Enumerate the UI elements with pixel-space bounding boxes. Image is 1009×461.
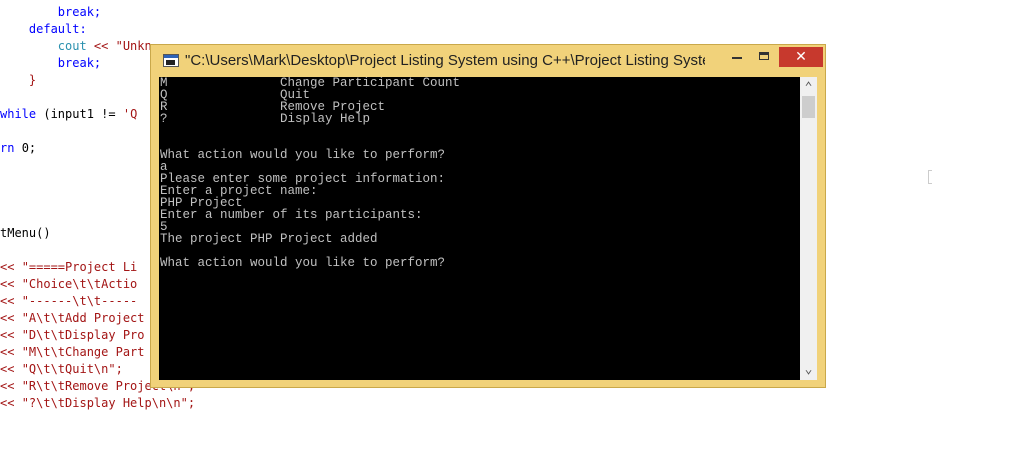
console-output-area[interactable]: M Change Participant Count Q Quit R Remove… xyxy=(159,77,817,380)
code-token: break; xyxy=(0,5,102,19)
code-line: tMenu() xyxy=(0,225,51,242)
code-token: << xyxy=(93,39,116,53)
code-line: cout << "Unkn xyxy=(0,38,152,55)
code-line: << "D\t\tDisplay Pro xyxy=(0,327,145,344)
code-line: << "M\t\tChange Part xyxy=(0,344,145,361)
title-bar[interactable]: "C:\Users\Mark\Desktop\Project Listing S… xyxy=(151,45,825,77)
code-token: "M\t\tChange Part xyxy=(21,345,145,359)
code-token: "A\t\tAdd Project xyxy=(21,311,145,325)
console-text: M Change Participant Count Q Quit R Remove… xyxy=(160,77,800,269)
code-line: << "Q\t\tQuit\n"; xyxy=(0,361,123,378)
code-token: while xyxy=(0,107,44,121)
window-title: "C:\Users\Mark\Desktop\Project Listing S… xyxy=(185,52,705,69)
code-line: break; xyxy=(0,4,101,21)
code-token: cout xyxy=(0,39,94,53)
console-line: ? Display Help xyxy=(160,112,371,126)
code-line: default: xyxy=(0,21,87,38)
code-token: << xyxy=(0,260,22,274)
code-line: } xyxy=(0,72,36,89)
code-token: "D\t\tDisplay Pro xyxy=(21,328,145,342)
code-token: << xyxy=(0,345,22,359)
code-token: 'Q xyxy=(122,107,138,121)
code-token: << xyxy=(0,311,22,325)
code-token: rn xyxy=(0,141,22,155)
code-token: "------\t\t----- xyxy=(21,294,138,308)
code-token: << xyxy=(0,328,22,342)
code-token: << xyxy=(0,277,22,291)
code-line: << "A\t\tAdd Project xyxy=(0,310,145,327)
text-cursor-icon xyxy=(928,170,932,184)
console-line: Enter a number of its participants: xyxy=(160,208,423,222)
console-line: What action would you like to perform? xyxy=(160,148,446,162)
minimize-button[interactable] xyxy=(724,47,750,67)
code-token: << xyxy=(0,362,22,376)
code-line: break; xyxy=(0,55,101,72)
code-token: << xyxy=(0,379,22,393)
code-line: << "=====Project Li xyxy=(0,259,137,276)
code-token: break; xyxy=(0,56,102,70)
code-token: "?\t\tDisplay Help\n\n"; xyxy=(21,396,196,410)
code-token: "Q\t\tQuit\n"; xyxy=(21,362,123,376)
code-token: "Choice\t\tActio xyxy=(21,277,138,291)
code-line: rn 0; xyxy=(0,140,36,157)
code-token: "=====Project Li xyxy=(21,260,138,274)
code-token: (input1 != xyxy=(43,107,123,121)
code-token: "Unkn xyxy=(115,39,152,53)
close-button[interactable] xyxy=(779,47,823,67)
code-token: << xyxy=(0,396,22,410)
code-line: << "Choice\t\tActio xyxy=(0,276,137,293)
console-window[interactable]: "C:\Users\Mark\Desktop\Project Listing S… xyxy=(150,44,826,388)
scroll-down-button[interactable] xyxy=(800,363,817,380)
code-line: while (input1 != 'Q xyxy=(0,106,137,123)
console-line: Enter a project name: xyxy=(160,184,318,198)
code-token: default: xyxy=(0,22,87,36)
code-line: << "------\t\t----- xyxy=(0,293,137,310)
console-app-icon[interactable] xyxy=(163,54,179,67)
console-line: What action would you like to perform? xyxy=(160,256,446,270)
console-line: The project PHP Project added xyxy=(160,232,378,246)
code-token: << xyxy=(0,294,22,308)
code-token: } xyxy=(0,73,37,87)
code-token: tMenu() xyxy=(0,226,51,240)
scroll-up-button[interactable] xyxy=(800,77,817,94)
code-token: 0; xyxy=(21,141,37,155)
maximize-button[interactable] xyxy=(751,47,777,67)
vertical-scrollbar[interactable] xyxy=(800,77,817,380)
code-line: << "?\t\tDisplay Help\n\n"; xyxy=(0,395,195,412)
scroll-thumb[interactable] xyxy=(802,96,815,118)
